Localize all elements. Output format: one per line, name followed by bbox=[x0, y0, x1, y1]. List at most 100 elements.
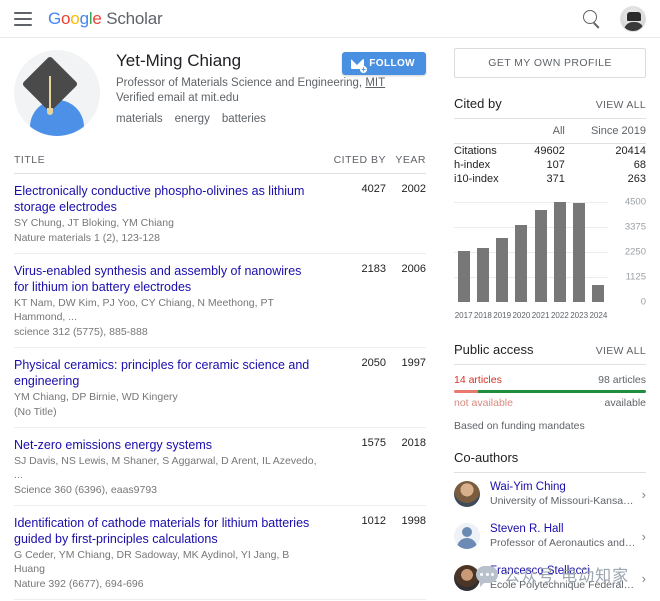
publication-title[interactable]: Virus-enabled synthesis and assembly of … bbox=[14, 263, 318, 295]
publications-table: TITLE CITED BY YEAR Electronically condu… bbox=[14, 148, 426, 601]
publication-title[interactable]: Net-zero emissions energy systems bbox=[14, 437, 318, 453]
coauthors-header: Co-authors bbox=[454, 450, 646, 473]
publication-authors: SJ Davis, NS Lewis, M Shaner, S Aggarwal… bbox=[14, 455, 317, 481]
chart-bar-2022[interactable] bbox=[553, 202, 566, 302]
coauthor-name[interactable]: Francesco Stellacci bbox=[490, 564, 636, 578]
public-access-view-all-link[interactable]: VIEW ALL bbox=[596, 345, 646, 357]
table-row: Electronically conductive phospho-olivin… bbox=[14, 174, 426, 254]
coauthor-name[interactable]: Wai-Yim Ching bbox=[490, 480, 636, 494]
publication-authors: YM Chiang, DP Birnie, WD Kingery bbox=[14, 391, 178, 403]
public-access-bar-available bbox=[478, 390, 646, 393]
affiliation-link-mit[interactable]: MIT bbox=[365, 77, 385, 89]
row-main: Physical ceramics: principles for cerami… bbox=[14, 357, 328, 419]
metric-since: 68 bbox=[633, 159, 646, 171]
chart-bar-2017[interactable] bbox=[457, 251, 470, 302]
publication-authors: SY Chung, JT Bloking, YM Chiang bbox=[14, 217, 174, 229]
chart-bar-2020[interactable] bbox=[515, 224, 528, 302]
chart-bar-wrap bbox=[512, 202, 531, 302]
envelope-icon bbox=[351, 58, 368, 73]
chevron-right-icon[interactable]: › bbox=[636, 571, 646, 586]
row-main: Virus-enabled synthesis and assembly of … bbox=[14, 263, 328, 339]
publication-year: 2002 bbox=[401, 183, 426, 195]
publication-cited-by[interactable]: 1575 bbox=[328, 437, 386, 497]
publication-authors: KT Nam, DW Kim, PJ Yoo, CY Chiang, N Mee… bbox=[14, 297, 274, 323]
available-label: available bbox=[604, 397, 646, 409]
coauthor-item[interactable]: Wai-Yim Ching University of Missouri-Kans… bbox=[454, 473, 646, 515]
coauthor-text: Wai-Yim Ching University of Missouri-Kans… bbox=[480, 480, 636, 508]
publication-cited-by[interactable]: 4027 bbox=[328, 183, 386, 245]
chart-bar-2021[interactable] bbox=[534, 210, 547, 302]
profile-avatar-icon[interactable] bbox=[14, 50, 100, 136]
chart-x-tick: 2020 bbox=[512, 311, 531, 320]
chart-x-tick: 2018 bbox=[473, 311, 492, 320]
publication-year: 2018 bbox=[401, 437, 426, 449]
public-access-labels: not available available bbox=[454, 397, 646, 409]
account-avatar[interactable] bbox=[620, 5, 646, 32]
chart-bar-wrap bbox=[473, 202, 492, 302]
row-main: Identification of cathode materials for … bbox=[14, 515, 328, 591]
chevron-right-icon[interactable]: › bbox=[636, 487, 646, 502]
publication-cited-by[interactable]: 1012 bbox=[328, 515, 386, 591]
coauthor-avatar bbox=[454, 565, 480, 591]
chart-bar-wrap bbox=[531, 202, 550, 302]
not-available-count[interactable]: 14 articles bbox=[454, 374, 502, 386]
chart-y-tick: 0 bbox=[640, 296, 646, 308]
search-icon[interactable] bbox=[582, 9, 602, 29]
metric-row: h-index 107 68 bbox=[454, 158, 646, 172]
public-access-header: Public access VIEW ALL bbox=[454, 342, 646, 365]
metric-label: i10-index bbox=[454, 173, 499, 185]
chart-x-tick: 2021 bbox=[531, 311, 550, 320]
publication-title[interactable]: Identification of cathode materials for … bbox=[14, 515, 318, 547]
chart-bar-2024[interactable] bbox=[592, 284, 605, 302]
chart-y-tick: 1125 bbox=[625, 271, 646, 283]
metrics-body: Citations 49602 20414 h-index 107 68 i10-index… bbox=[454, 144, 646, 187]
chart-bar-wrap bbox=[589, 202, 608, 302]
cited-by-header: Cited by VIEW ALL bbox=[454, 96, 646, 119]
metric-row: i10-index 371 263 bbox=[454, 172, 646, 186]
chart-y-tick: 4500 bbox=[624, 196, 646, 208]
chart-x-tick: 2017 bbox=[454, 311, 473, 320]
metrics-header-row: All Since 2019 bbox=[454, 119, 646, 144]
chart-bars bbox=[454, 202, 608, 302]
public-access-bar bbox=[454, 390, 646, 393]
cited-by-view-all-link[interactable]: VIEW ALL bbox=[596, 99, 646, 111]
publication-title[interactable]: Physical ceramics: principles for cerami… bbox=[14, 357, 318, 389]
coauthor-name[interactable]: Steven R. Hall bbox=[490, 522, 636, 536]
chart-bar-wrap bbox=[493, 202, 512, 302]
chart-bar-2019[interactable] bbox=[496, 238, 509, 302]
tag-energy[interactable]: energy bbox=[175, 113, 210, 125]
chart-x-tick: 2024 bbox=[589, 311, 608, 320]
metric-all: 49602 bbox=[534, 145, 565, 157]
publication-venue: Nature materials 1 (2), 123-128 bbox=[14, 232, 160, 244]
publication-title[interactable]: Electronically conductive phospho-olivin… bbox=[14, 183, 318, 215]
metric-since: 20414 bbox=[615, 145, 646, 157]
profile-header: Yet-Ming Chiang Professor of Materials S… bbox=[0, 38, 440, 142]
column-header-title[interactable]: TITLE bbox=[14, 154, 328, 166]
chevron-right-icon[interactable]: › bbox=[636, 529, 646, 544]
column-header-year[interactable]: YEAR bbox=[386, 154, 426, 166]
public-access-note: Based on funding mandates bbox=[454, 420, 585, 432]
publication-cited-by[interactable]: 2183 bbox=[328, 263, 386, 339]
chart-x-tick: 2019 bbox=[493, 311, 512, 320]
google-scholar-logo[interactable]: Google Scholar bbox=[48, 9, 163, 29]
table-row: Physical ceramics: principles for cerami… bbox=[14, 348, 426, 428]
chart-x-axis-labels: 2017 2018 2019 2020 2021 2022 2023 2024 bbox=[454, 311, 608, 320]
metric-label: Citations bbox=[454, 145, 497, 157]
column-header-cited-by[interactable]: CITED BY bbox=[328, 154, 386, 166]
chart-bar-2023[interactable] bbox=[573, 203, 586, 302]
verified-email: Verified email at mit.edu bbox=[116, 92, 239, 104]
coauthor-item[interactable]: Steven R. Hall Professor of Aeronautics a… bbox=[454, 515, 646, 557]
metric-row: Citations 49602 20414 bbox=[454, 144, 646, 159]
get-my-own-profile-button[interactable]: GET MY OWN PROFILE bbox=[454, 48, 646, 78]
chart-bar-2018[interactable] bbox=[476, 248, 489, 302]
publication-venue: Science 360 (6396), eaas9793 bbox=[14, 484, 158, 496]
coauthor-item[interactable]: Francesco Stellacci Ecole Polytechnique F… bbox=[454, 557, 646, 599]
tag-batteries[interactable]: batteries bbox=[222, 113, 266, 125]
hamburger-icon[interactable] bbox=[14, 11, 32, 26]
publication-venue: Nature 392 (6677), 694-696 bbox=[14, 578, 144, 590]
follow-button[interactable]: FOLLOW bbox=[342, 52, 426, 75]
available-count[interactable]: 98 articles bbox=[598, 374, 646, 386]
profile-tags: materials energy batteries bbox=[116, 113, 426, 125]
tag-materials[interactable]: materials bbox=[116, 113, 163, 125]
publication-cited-by[interactable]: 2050 bbox=[328, 357, 386, 419]
